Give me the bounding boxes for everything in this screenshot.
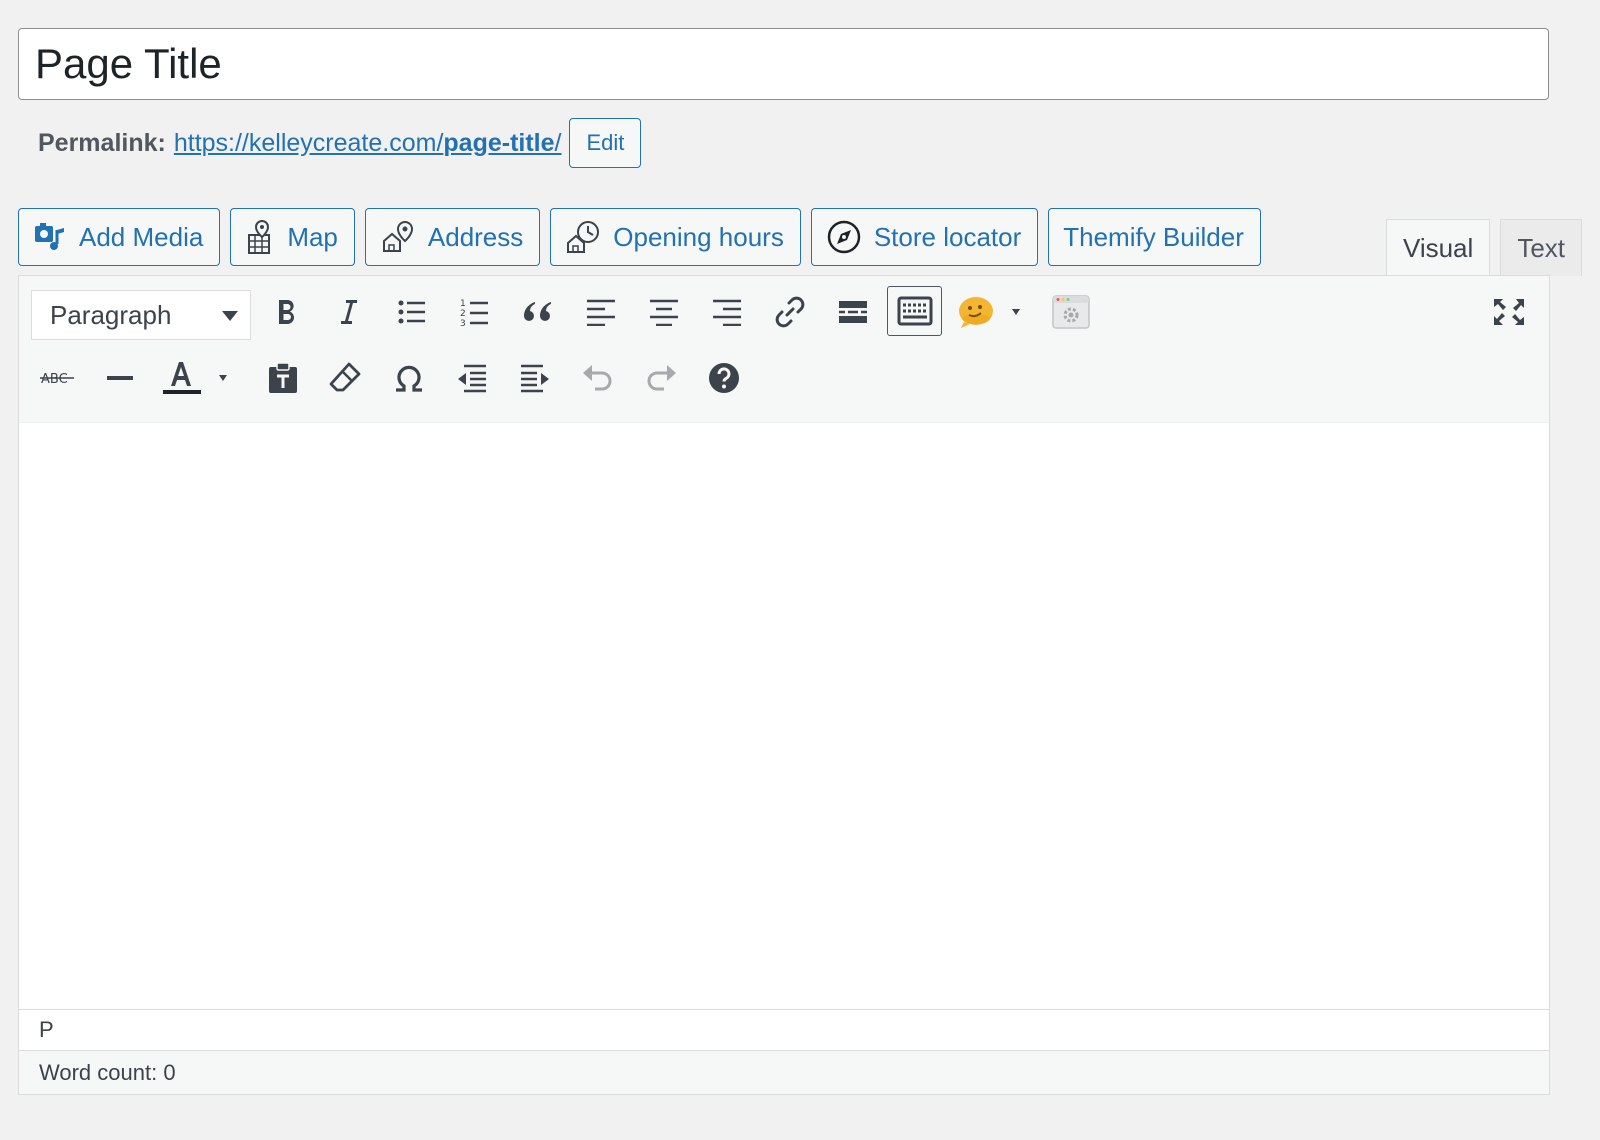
- italic-icon: [335, 297, 363, 327]
- indent-icon: [519, 363, 551, 393]
- numbered-list-icon: 123: [460, 297, 490, 327]
- redo-icon: [644, 363, 678, 393]
- store-locator-button[interactable]: Store locator: [810, 208, 1039, 266]
- permalink-edit-button[interactable]: Edit: [569, 118, 642, 168]
- align-left-icon: [586, 298, 616, 326]
- align-center-button[interactable]: [638, 286, 690, 338]
- status-bar: Word count: 0: [19, 1050, 1549, 1094]
- blockquote-icon: [522, 299, 554, 325]
- fullscreen-button[interactable]: [1483, 286, 1535, 338]
- toolbar-toggle-icon: [897, 296, 933, 326]
- special-character-button[interactable]: [383, 352, 435, 404]
- title-input[interactable]: [18, 28, 1549, 100]
- media-buttons: Add Media Map Address Opening hours Stor…: [18, 208, 1261, 266]
- svg-text:1: 1: [460, 299, 466, 309]
- map-label: Map: [287, 221, 338, 252]
- element-path-p[interactable]: P: [39, 1017, 54, 1043]
- link-icon: [773, 295, 807, 329]
- paste-text-icon: [266, 361, 300, 395]
- align-right-icon: [712, 298, 742, 326]
- tab-text[interactable]: Text: [1500, 219, 1582, 276]
- emoji-icon: [956, 292, 1026, 332]
- map-button[interactable]: Map: [230, 208, 355, 266]
- permalink-url-base: https://kelleycreate.com/: [173, 128, 444, 157]
- permalink-url-slug: page-title: [443, 128, 555, 157]
- address-icon: [380, 219, 416, 255]
- opening-hours-button[interactable]: Opening hours: [550, 208, 801, 266]
- compass-icon: [826, 219, 862, 255]
- strikethrough-button[interactable]: ABC: [31, 352, 83, 404]
- align-right-button[interactable]: [701, 286, 753, 338]
- read-more-icon: [837, 298, 869, 326]
- align-center-icon: [649, 298, 679, 326]
- bullet-list-icon: [397, 298, 427, 326]
- bold-icon: [273, 297, 301, 327]
- settings-button[interactable]: [1045, 286, 1097, 338]
- help-button[interactable]: [698, 352, 750, 404]
- clear-formatting-icon: [329, 361, 363, 395]
- toolbar-row-2: ABC: [19, 352, 1549, 414]
- word-count: Word count: 0: [39, 1059, 176, 1085]
- outdent-icon: [456, 363, 488, 393]
- special-character-icon: [393, 363, 425, 393]
- permalink-label: Permalink:: [38, 128, 166, 157]
- undo-button[interactable]: [572, 352, 624, 404]
- help-icon: [708, 362, 740, 394]
- align-left-button[interactable]: [575, 286, 627, 338]
- redo-button[interactable]: [635, 352, 687, 404]
- toolbar-row-1: Paragraph 123: [19, 286, 1549, 348]
- editor-toolbar: Paragraph 123 ABC: [19, 276, 1549, 423]
- toolbar-toggle-button[interactable]: [887, 286, 942, 336]
- editor: Paragraph 123 ABC P Word count: 0: [18, 275, 1550, 1095]
- editor-mode-tabs: Visual Text: [1385, 219, 1582, 277]
- opening-hours-icon: [565, 219, 601, 255]
- themify-builder-label: Themify Builder: [1063, 221, 1244, 252]
- add-media-icon: [33, 220, 67, 254]
- bullet-list-button[interactable]: [386, 286, 438, 338]
- indent-button[interactable]: [509, 352, 561, 404]
- themify-builder-button[interactable]: Themify Builder: [1048, 208, 1261, 266]
- permalink-row: Permalink: https://kelleycreate.com/page…: [38, 118, 642, 168]
- bold-button[interactable]: [261, 286, 313, 338]
- format-select[interactable]: Paragraph: [31, 290, 251, 340]
- address-button[interactable]: Address: [364, 208, 541, 266]
- add-media-label: Add Media: [79, 221, 204, 252]
- chevron-down-icon: [222, 311, 238, 321]
- store-locator-label: Store locator: [873, 221, 1022, 252]
- read-more-button[interactable]: [827, 286, 879, 338]
- add-media-button[interactable]: Add Media: [18, 208, 221, 266]
- text-color-icon: [159, 358, 235, 398]
- svg-text:2: 2: [460, 309, 466, 319]
- content-editable-area[interactable]: [19, 423, 1549, 1010]
- undo-icon: [581, 363, 615, 393]
- permalink-link[interactable]: https://kelleycreate.com/page-title/: [174, 129, 562, 158]
- numbered-list-button[interactable]: 123: [449, 286, 501, 338]
- emoji-button[interactable]: [951, 286, 1031, 338]
- paste-text-button[interactable]: [257, 352, 309, 404]
- outdent-button[interactable]: [446, 352, 498, 404]
- blockquote-button[interactable]: [512, 286, 564, 338]
- strikethrough-icon: ABC: [39, 366, 75, 390]
- permalink-url-trail: /: [554, 128, 562, 157]
- settings-icon: [1051, 294, 1091, 330]
- element-path: P: [19, 1009, 1549, 1050]
- link-button[interactable]: [764, 286, 816, 338]
- tab-visual[interactable]: Visual: [1385, 219, 1491, 277]
- svg-text:ABC: ABC: [41, 372, 68, 387]
- map-icon: [245, 219, 275, 255]
- svg-text:3: 3: [460, 319, 466, 327]
- horizontal-line-button[interactable]: [94, 352, 146, 404]
- opening-hours-label: Opening hours: [613, 221, 784, 252]
- fullscreen-icon: [1492, 297, 1526, 327]
- italic-button[interactable]: [323, 286, 375, 338]
- text-color-button[interactable]: [157, 352, 237, 404]
- address-label: Address: [427, 221, 524, 252]
- format-select-value: Paragraph: [50, 299, 172, 330]
- clear-formatting-button[interactable]: [320, 352, 372, 404]
- horizontal-line-icon: [106, 373, 134, 383]
